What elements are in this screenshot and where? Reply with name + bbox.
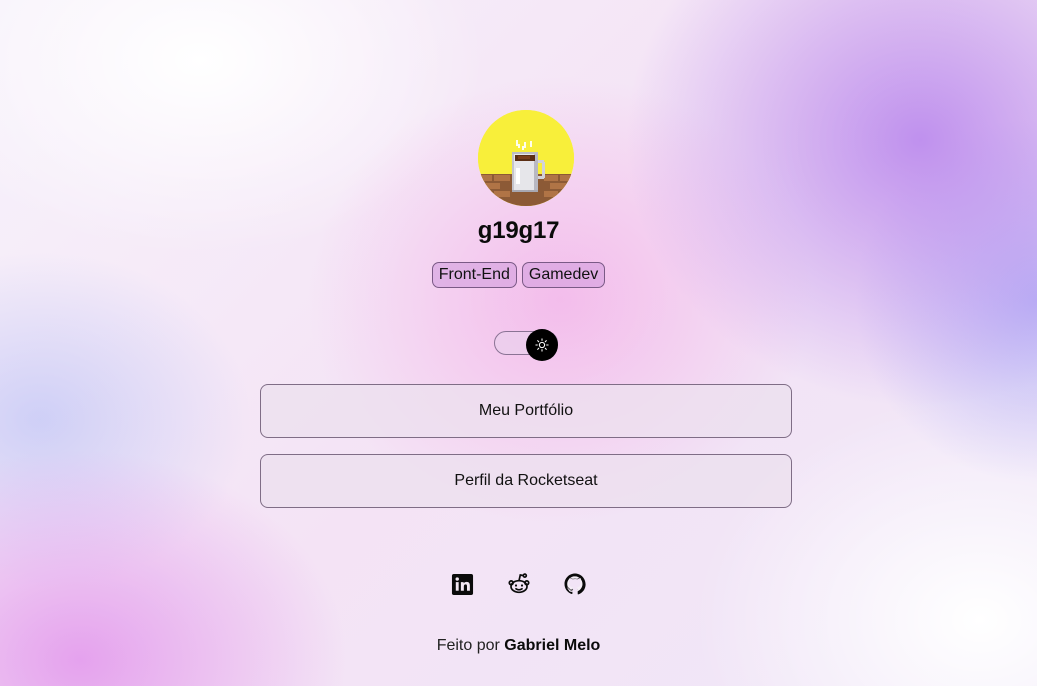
rocketseat-profile-button[interactable]: Perfil da Rocketseat [260,454,792,508]
footer-prefix: Feito por [436,637,505,654]
github-link[interactable] [563,572,587,596]
author-link[interactable]: Gabriel Melo [504,637,600,654]
avatar [478,110,574,206]
theme-toggle[interactable] [494,329,558,361]
linkedin-icon [451,573,474,595]
portfolio-link-button[interactable]: Meu Portfólio [260,384,792,438]
coffee-mug-icon [478,110,574,206]
username: g19g17 [477,217,560,244]
toggle-knob [526,329,558,361]
footer: Feito por Gabriel Melo [0,636,1037,656]
tag-gamedev: Gamedev [521,262,606,288]
github-icon [564,573,586,595]
page: g19g17 Front-End Gamedev Meu Portfólio P… [0,0,1037,686]
tag-list: Front-End Gamedev [0,262,1037,288]
sun-icon [535,338,549,352]
reddit-link[interactable] [507,572,531,596]
tag-front-end: Front-End [431,262,517,288]
social-links [0,572,1037,596]
reddit-icon [507,573,530,594]
linkedin-link[interactable] [451,572,475,596]
